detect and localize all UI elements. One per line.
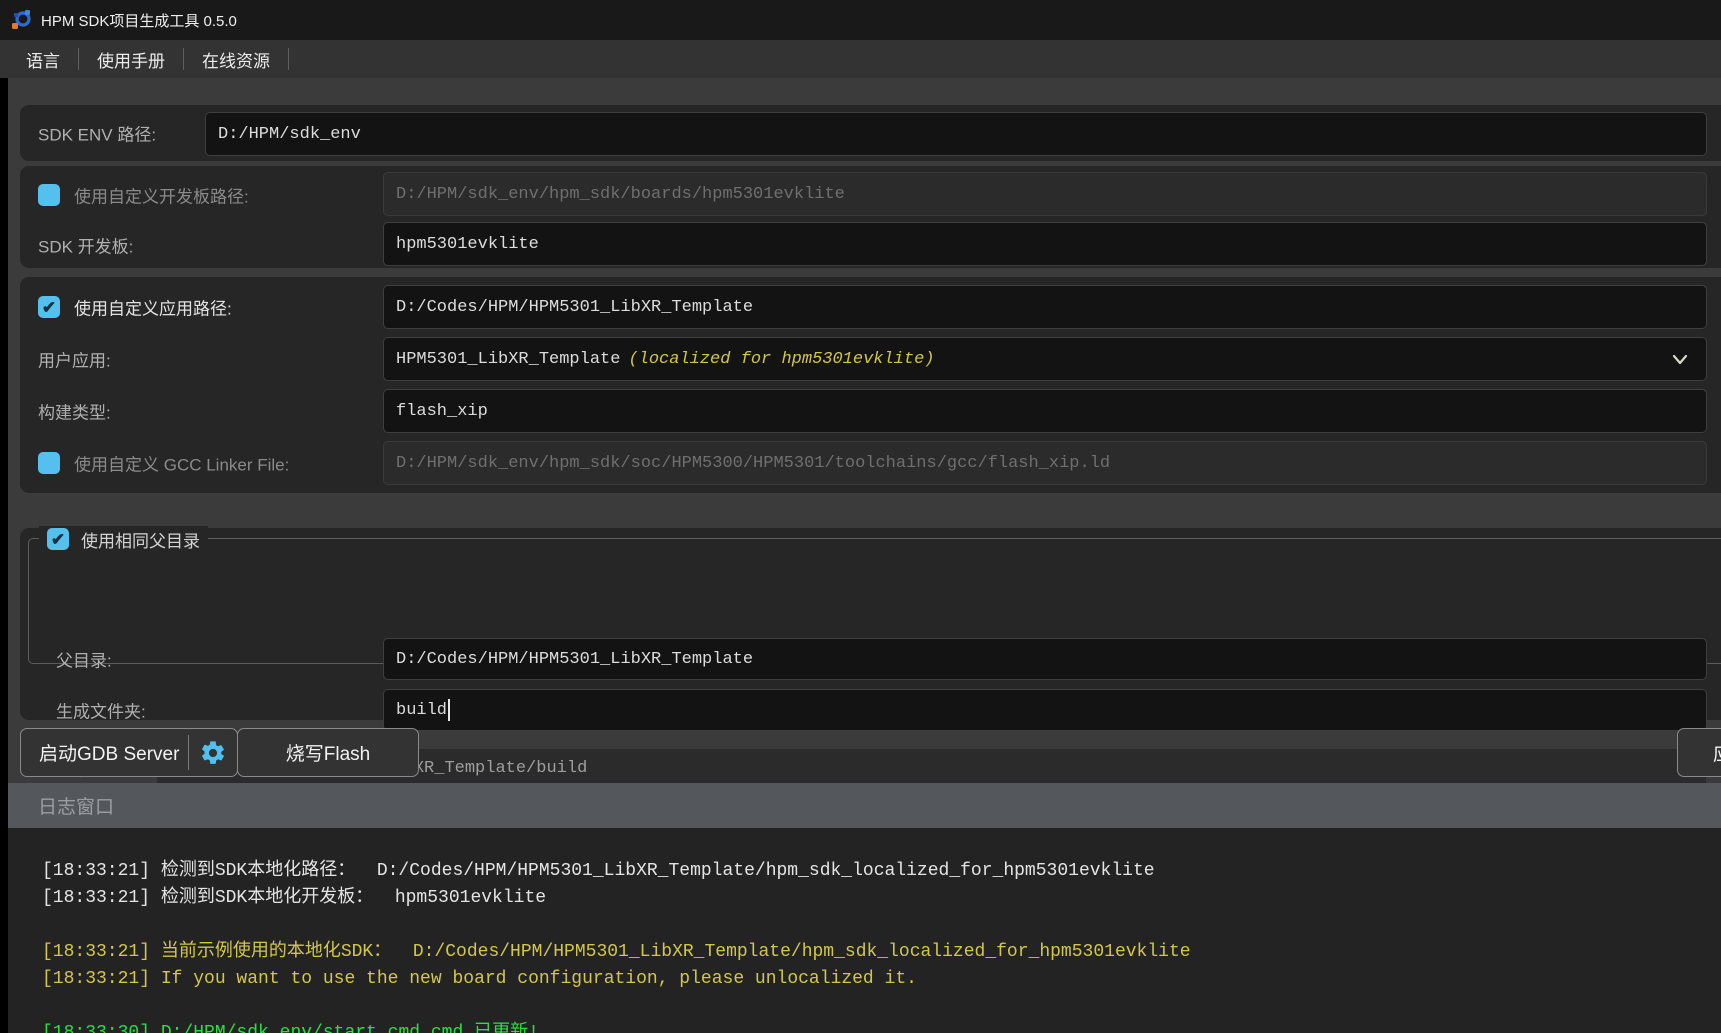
- log-line: [42, 912, 1721, 939]
- log-window-title: 日志窗口: [38, 792, 114, 819]
- build-folder-value: build: [396, 701, 447, 720]
- same-parent-label: 使用相同父目录: [81, 527, 200, 552]
- custom-app-checkbox[interactable]: ✔: [38, 296, 60, 318]
- parent-dir-label: 父目录:: [56, 647, 112, 672]
- gear-icon[interactable]: [199, 739, 227, 767]
- title-bar: HPM SDK项目生成工具 0.5.0: [0, 0, 1721, 40]
- log-line: [18:33:21] If you want to use the new bo…: [42, 966, 1721, 993]
- log-window-header: 日志窗口: [8, 783, 1721, 828]
- log-line: [42, 993, 1721, 1020]
- user-app-label: 用户应用:: [38, 347, 111, 372]
- menu-manual[interactable]: 使用手册: [79, 40, 183, 78]
- menu-online-resources[interactable]: 在线资源: [184, 40, 288, 78]
- sdk-board-input[interactable]: hpm5301evklite: [383, 222, 1707, 266]
- build-type-input[interactable]: flash_xip: [383, 389, 1707, 433]
- flash-button[interactable]: 烧写Flash: [237, 728, 419, 777]
- custom-app-label: 使用自定义应用路径:: [74, 295, 232, 320]
- custom-board-checkbox[interactable]: ✔: [38, 184, 60, 206]
- custom-linker-checkbox[interactable]: ✔: [38, 452, 60, 474]
- sdk-board-value: hpm5301evklite: [396, 235, 539, 254]
- build-type-label: 构建类型:: [38, 399, 111, 424]
- sdk-board-label: SDK 开发板:: [38, 233, 133, 258]
- parent-dir-value: D:/Codes/HPM/HPM5301_LibXR_Template: [396, 650, 753, 669]
- parent-dir-input[interactable]: D:/Codes/HPM/HPM5301_LibXR_Template: [383, 638, 1707, 680]
- build-type-value: flash_xip: [396, 402, 488, 421]
- custom-app-path-value: D:/Codes/HPM/HPM5301_LibXR_Template: [396, 298, 753, 317]
- start-gdb-server-button[interactable]: 启动GDB Server: [20, 728, 238, 777]
- custom-board-label: 使用自定义开发板路径:: [74, 183, 249, 208]
- build-folder-label: 生成文件夹:: [56, 698, 146, 723]
- menu-language[interactable]: 语言: [8, 40, 78, 78]
- window-title: HPM SDK项目生成工具 0.5.0: [41, 10, 237, 31]
- checkmark-icon: ✔: [51, 531, 65, 548]
- app-logo-icon: [11, 10, 31, 30]
- log-line: [18:33:21] 检测到SDK本地化开发板： hpm5301evklite: [42, 885, 1721, 912]
- user-app-value: HPM5301_LibXR_Template: [396, 350, 620, 369]
- menu-bar: 语言 使用手册 在线资源: [0, 40, 1721, 78]
- custom-board-path-value: D:/HPM/sdk_env/hpm_sdk/boards/hpm5301evk…: [396, 185, 845, 204]
- button-separator: [188, 735, 189, 770]
- log-line: [18:33:30] D:/HPM/sdk_env/start_cmd.cmd …: [42, 1020, 1721, 1033]
- custom-linker-label: 使用自定义 GCC Linker File:: [74, 451, 289, 476]
- menu-separator: [288, 48, 289, 70]
- sdk-env-label: SDK ENV 路径:: [38, 121, 156, 146]
- text-cursor: [448, 699, 450, 721]
- user-app-annotation: (localized for hpm5301evklite): [628, 350, 934, 369]
- apply-button-label: 应用: [1713, 739, 1721, 766]
- custom-board-path-input: D:/HPM/sdk_env/hpm_sdk/boards/hpm5301evk…: [383, 172, 1707, 216]
- custom-linker-path-value: D:/HPM/sdk_env/hpm_sdk/soc/HPM5300/HPM53…: [396, 454, 1110, 473]
- main-content: SDK ENV 路径: D:/HPM/sdk_env ✔ 使用自定义开发板路径:…: [8, 78, 1721, 1033]
- checkmark-icon: ✔: [42, 299, 56, 316]
- same-parent-checkbox[interactable]: ✔: [47, 528, 69, 550]
- log-line: [18:33:21] 检测到SDK本地化路径： D:/Codes/HPM/HPM…: [42, 858, 1721, 885]
- custom-linker-path-input: D:/HPM/sdk_env/hpm_sdk/soc/HPM5300/HPM53…: [383, 441, 1707, 485]
- log-output-area[interactable]: [18:33:21] 检测到SDK本地化路径： D:/Codes/HPM/HPM…: [8, 828, 1721, 1033]
- build-folder-input[interactable]: build: [383, 689, 1707, 731]
- chevron-down-icon[interactable]: [1668, 347, 1692, 371]
- sdk-env-path-value: D:/HPM/sdk_env: [218, 125, 361, 144]
- custom-app-path-input[interactable]: D:/Codes/HPM/HPM5301_LibXR_Template: [383, 285, 1707, 329]
- log-line: [18:33:21] 当前示例使用的本地化SDK： D:/Codes/HPM/H…: [42, 939, 1721, 966]
- apply-button[interactable]: 应用: [1677, 728, 1721, 777]
- same-parent-group-title: ✔ 使用相同父目录: [39, 526, 208, 552]
- start-gdb-server-label: 启动GDB Server: [39, 739, 179, 766]
- flash-button-label: 烧写Flash: [286, 739, 370, 766]
- user-app-combobox[interactable]: HPM5301_LibXR_Template (localized for hp…: [383, 337, 1707, 381]
- sdk-env-path-input[interactable]: D:/HPM/sdk_env: [205, 112, 1707, 156]
